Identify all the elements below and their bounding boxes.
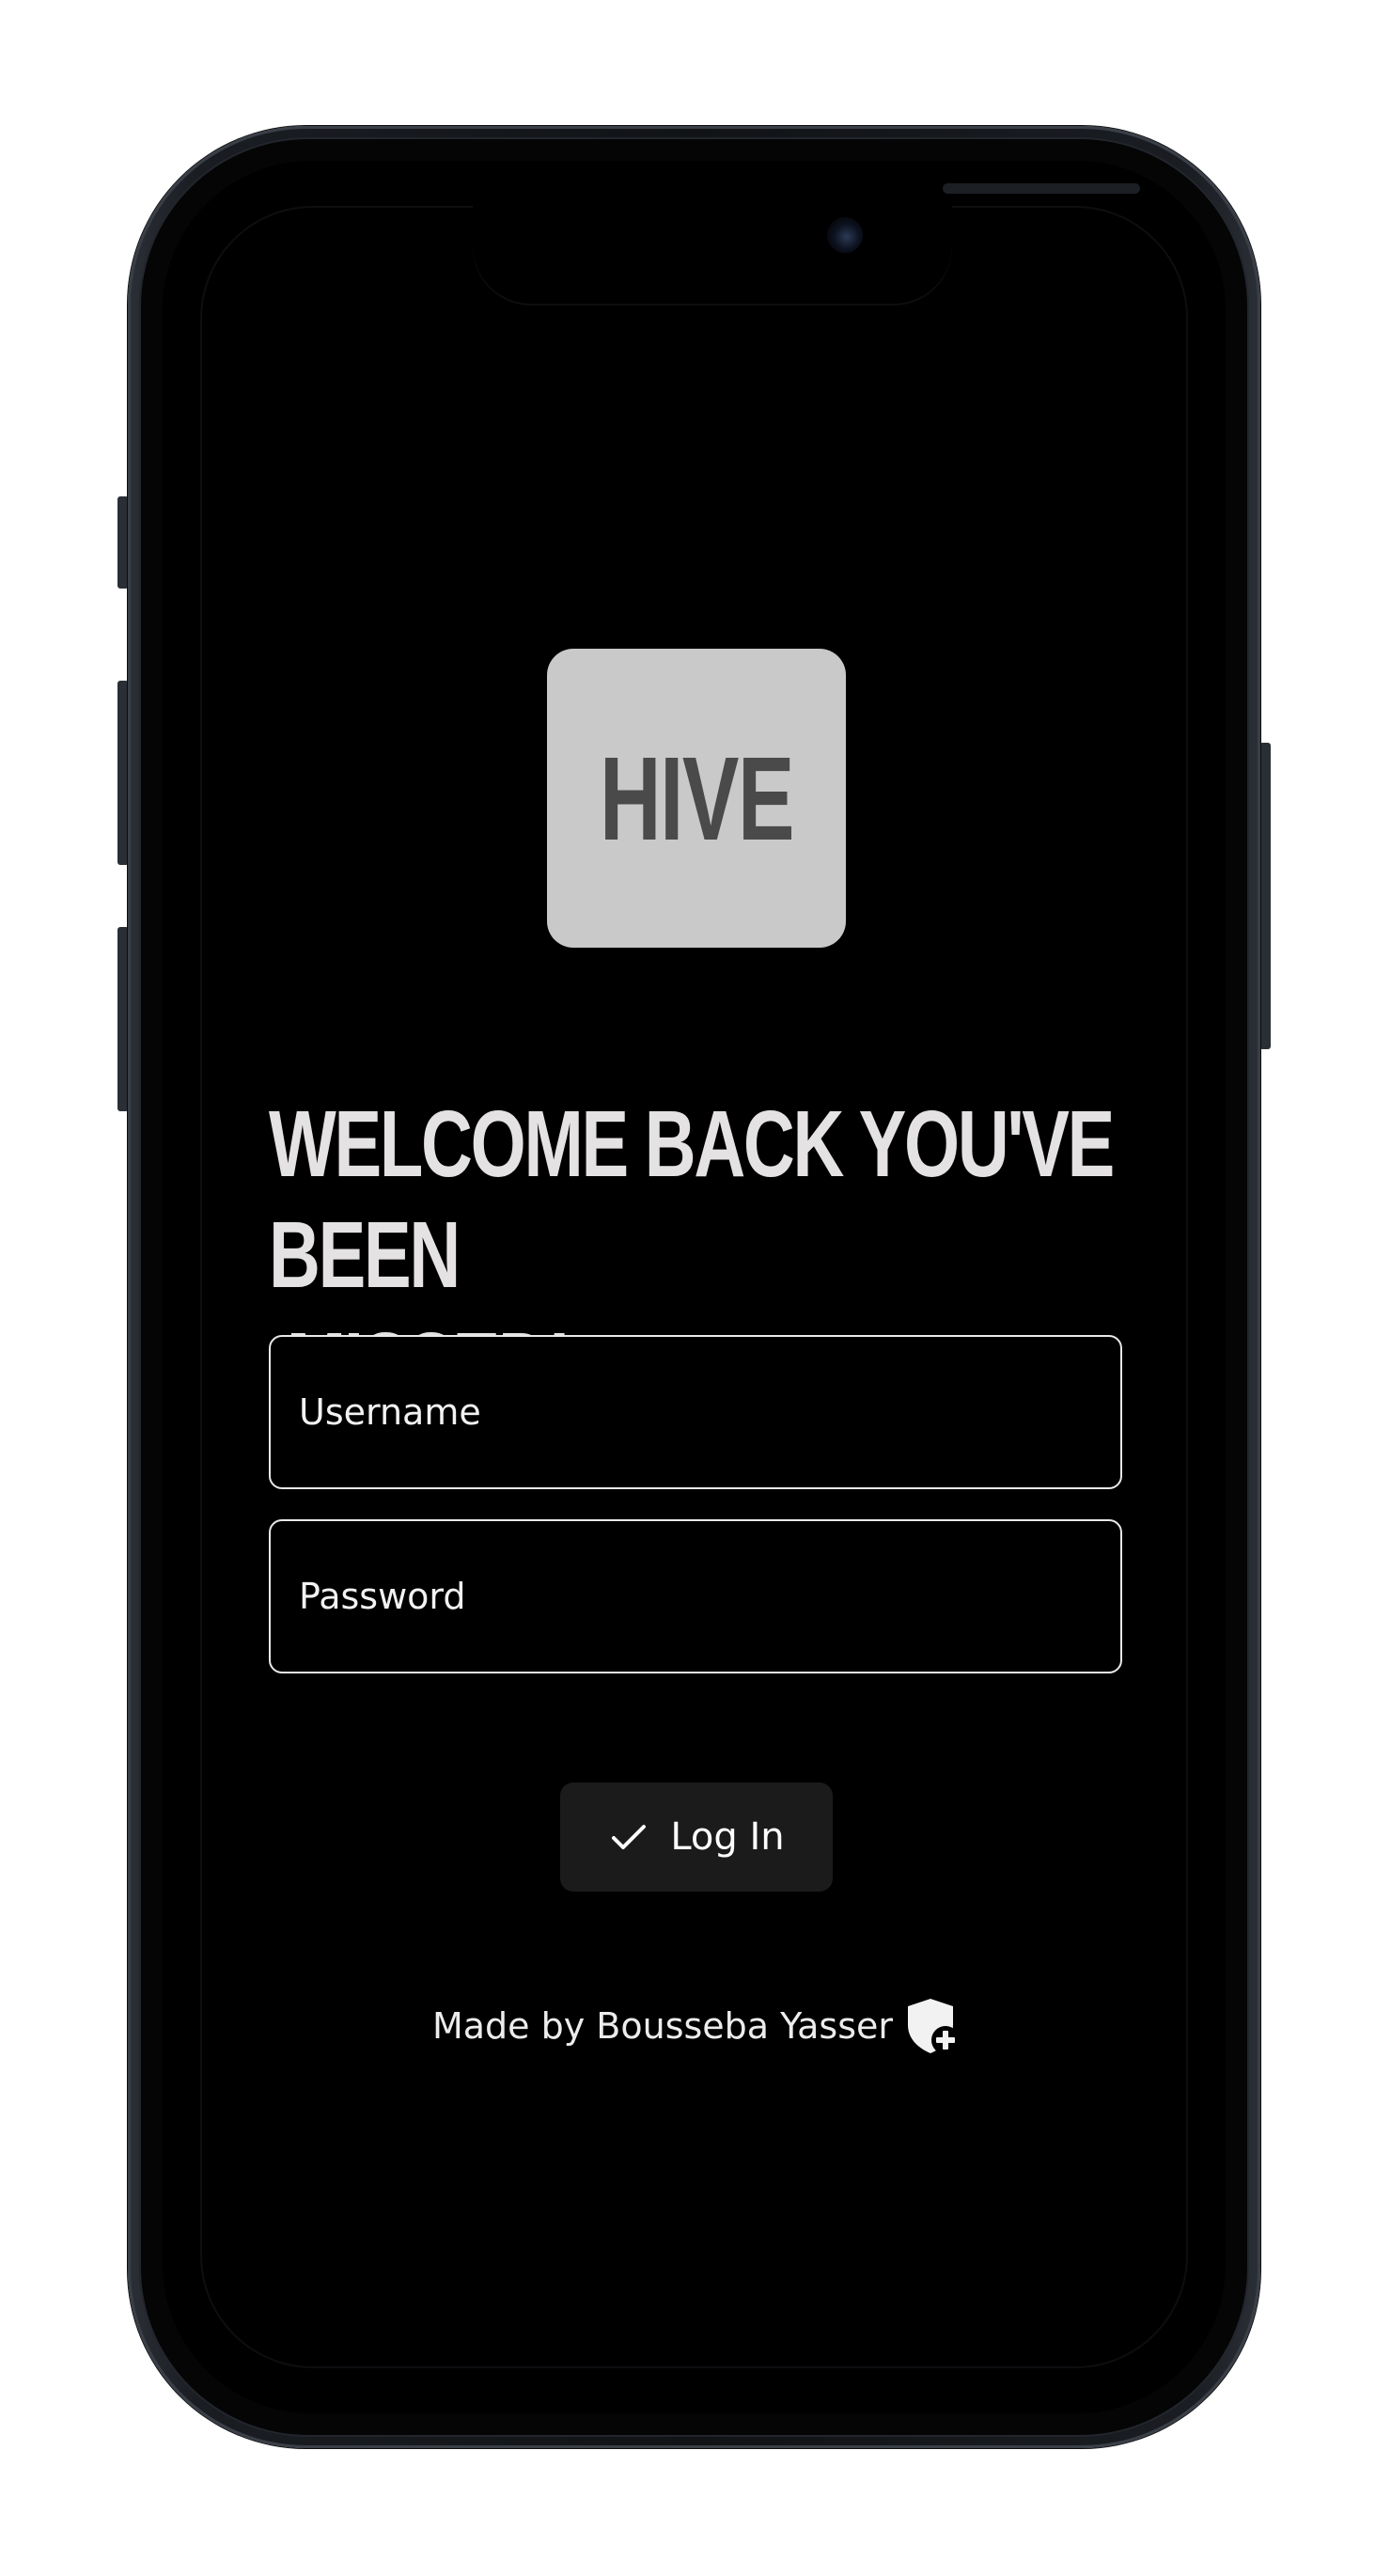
footer-credit: Made by Bousseba Yasser — [0, 1997, 1391, 2055]
page: HIVE WELCOME BACK YOU'VE BEEN MISSED! Lo… — [0, 0, 1391, 2576]
username-input[interactable] — [271, 1337, 1120, 1487]
logo-text: HIVE — [600, 731, 794, 865]
username-field[interactable] — [269, 1335, 1122, 1489]
front-camera — [827, 217, 863, 253]
login-button[interactable]: Log In — [560, 1783, 833, 1892]
credit-text: Made by Bousseba Yasser — [431, 2005, 894, 2047]
speaker-grille — [943, 183, 1140, 194]
app-logo: HIVE — [547, 649, 846, 948]
login-label: Log In — [670, 1815, 785, 1859]
check-icon — [608, 1816, 649, 1858]
password-field[interactable] — [269, 1519, 1122, 1673]
notch — [473, 161, 1140, 304]
shield-plus-icon — [906, 1997, 961, 2055]
password-input[interactable] — [271, 1521, 1120, 1672]
power-button — [1259, 743, 1271, 1049]
